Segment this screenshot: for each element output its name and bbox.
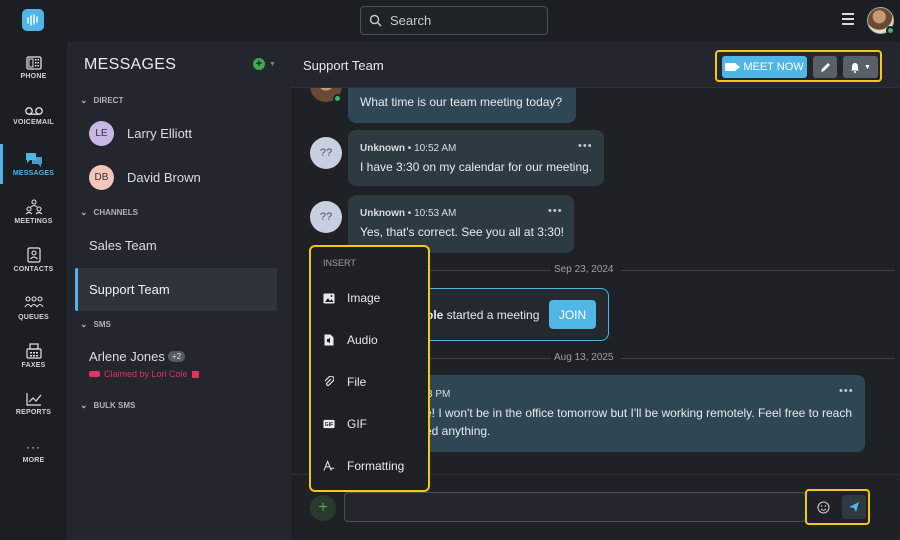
voicemail-icon — [24, 107, 43, 115]
top-bar: Search — [0, 0, 900, 42]
app: Search PHONE VOICEMAIL MESSAGES MEETINGS… — [0, 0, 900, 540]
meetings-icon — [25, 199, 42, 215]
nav-rail: PHONE VOICEMAIL MESSAGES MEETINGS CONTAC… — [0, 42, 67, 540]
insert-menu: INSERT Image Audio File GIF GIF Formatti… — [309, 245, 430, 492]
insert-menu-header: INSERT — [323, 258, 356, 268]
phone-icon — [25, 56, 42, 70]
contact-avatar: DB — [89, 165, 114, 190]
message-options-icon[interactable]: ••• — [578, 140, 593, 152]
message-bubble[interactable]: Unknown • 10:52 AM ••• I have 3:30 on my… — [348, 130, 604, 186]
messages-panel: MESSAGES + ▼ ⌄ DIRECT LE Larry Elliott DB… — [67, 42, 291, 540]
insert-file-option[interactable]: File — [323, 375, 366, 389]
insert-gif-option[interactable]: GIF GIF — [323, 417, 367, 431]
reports-icon — [25, 393, 41, 406]
contact-avatar: LE — [89, 121, 114, 146]
insert-button[interactable]: + — [310, 495, 336, 521]
caret-down-icon: ▼ — [269, 60, 276, 68]
nav-faxes[interactable]: FAXES — [0, 334, 67, 378]
date-divider-line — [621, 270, 895, 271]
channel-sales-team[interactable]: Sales Team — [89, 238, 157, 253]
join-meeting-button[interactable]: JOIN — [549, 300, 596, 329]
notifications-button[interactable]: ▼ — [843, 56, 878, 78]
section-sms[interactable]: ⌄ SMS — [80, 319, 111, 330]
section-channels[interactable]: ⌄ CHANNELS — [80, 207, 138, 218]
menu-icon[interactable] — [842, 13, 854, 25]
composer-actions — [805, 489, 870, 525]
search-icon — [369, 14, 382, 27]
handshake-icon — [89, 371, 100, 377]
header-actions: MEET NOW ▼ — [715, 50, 882, 82]
insert-formatting-option[interactable]: Formatting — [323, 459, 404, 473]
message-options-icon[interactable]: ••• — [839, 385, 854, 397]
chevron-down-icon: ⌄ — [80, 207, 88, 217]
channel-support-team[interactable]: Support Team — [75, 268, 277, 311]
claimed-status: Claimed by Lori Cole — [89, 369, 199, 379]
paperclip-icon — [323, 376, 335, 388]
section-direct[interactable]: ⌄ DIRECT — [80, 95, 123, 106]
contact-david-brown[interactable]: DB David Brown — [89, 165, 201, 190]
date-divider: Aug 13, 2025 — [554, 352, 614, 363]
search-placeholder: Search — [390, 13, 432, 28]
contact-larry-elliott[interactable]: LE Larry Elliott — [89, 121, 192, 146]
nav-reports[interactable]: REPORTS — [0, 382, 67, 426]
emoji-icon — [817, 500, 830, 514]
participant-count-badge: +2 — [167, 351, 186, 362]
more-icon: ··· — [26, 440, 41, 454]
emoji-button[interactable] — [810, 495, 837, 519]
nav-phone[interactable]: PHONE — [0, 46, 67, 90]
audio-icon — [323, 334, 335, 346]
bell-icon — [851, 62, 860, 73]
sms-thread-arlene-jones[interactable]: Arlene Jones +2 — [89, 349, 186, 364]
section-bulk-sms[interactable]: ⌄ BULK SMS — [80, 400, 135, 411]
insert-image-option[interactable]: Image — [323, 291, 380, 305]
chevron-down-icon: ⌄ — [80, 400, 88, 410]
caret-down-icon: ▼ — [864, 63, 871, 71]
plus-icon: + — [253, 58, 265, 70]
nav-meetings[interactable]: MEETINGS — [0, 190, 67, 234]
messages-icon — [25, 153, 42, 167]
date-divider-line — [411, 270, 551, 271]
pencil-icon — [820, 62, 830, 72]
lock-icon — [191, 370, 199, 378]
sender-avatar: ?? — [310, 137, 342, 169]
search-box[interactable]: Search — [360, 6, 548, 35]
date-divider-line — [621, 358, 895, 359]
meet-now-button[interactable]: MEET NOW — [722, 56, 807, 78]
message-input[interactable] — [344, 492, 806, 522]
panel-title: MESSAGES — [84, 56, 177, 73]
date-divider-line — [411, 358, 551, 359]
nav-voicemail[interactable]: VOICEMAIL — [0, 94, 67, 138]
queues-icon — [24, 296, 43, 308]
message-options-icon[interactable]: ••• — [548, 205, 563, 217]
message-bubble[interactable]: 3 PM ••• e! I won't be in the office tom… — [391, 375, 865, 452]
nav-queues[interactable]: QUEUES — [0, 286, 67, 330]
nav-contacts[interactable]: CONTACTS — [0, 238, 67, 282]
new-message-button[interactable]: + ▼ — [253, 58, 276, 70]
online-status-dot — [333, 94, 342, 103]
meeting-started-text: ole started a meeting — [426, 308, 540, 322]
formatting-icon — [323, 460, 335, 472]
channel-title: Support Team — [303, 58, 384, 73]
date-divider: Sep 23, 2024 — [554, 264, 614, 275]
contacts-icon — [26, 247, 41, 263]
sender-avatar: ?? — [310, 201, 342, 233]
svg-text:GIF: GIF — [325, 422, 333, 428]
chat-header: Support Team MEET NOW ▼ — [291, 42, 900, 88]
nav-more[interactable]: ··· MORE — [0, 430, 67, 474]
image-icon — [323, 292, 335, 304]
plus-icon: + — [318, 499, 328, 516]
edit-channel-button[interactable] — [813, 56, 837, 78]
app-logo-icon[interactable] — [22, 9, 44, 31]
online-status-dot — [886, 26, 895, 35]
send-button[interactable] — [842, 495, 866, 519]
user-avatar[interactable] — [867, 7, 895, 35]
chevron-down-icon: ⌄ — [80, 319, 88, 329]
fax-icon — [25, 343, 42, 359]
send-icon — [849, 502, 859, 512]
gif-icon: GIF — [323, 418, 335, 430]
chevron-down-icon: ⌄ — [80, 95, 88, 105]
insert-audio-option[interactable]: Audio — [323, 333, 378, 347]
nav-messages[interactable]: MESSAGES — [0, 142, 67, 186]
video-camera-icon — [725, 63, 741, 71]
